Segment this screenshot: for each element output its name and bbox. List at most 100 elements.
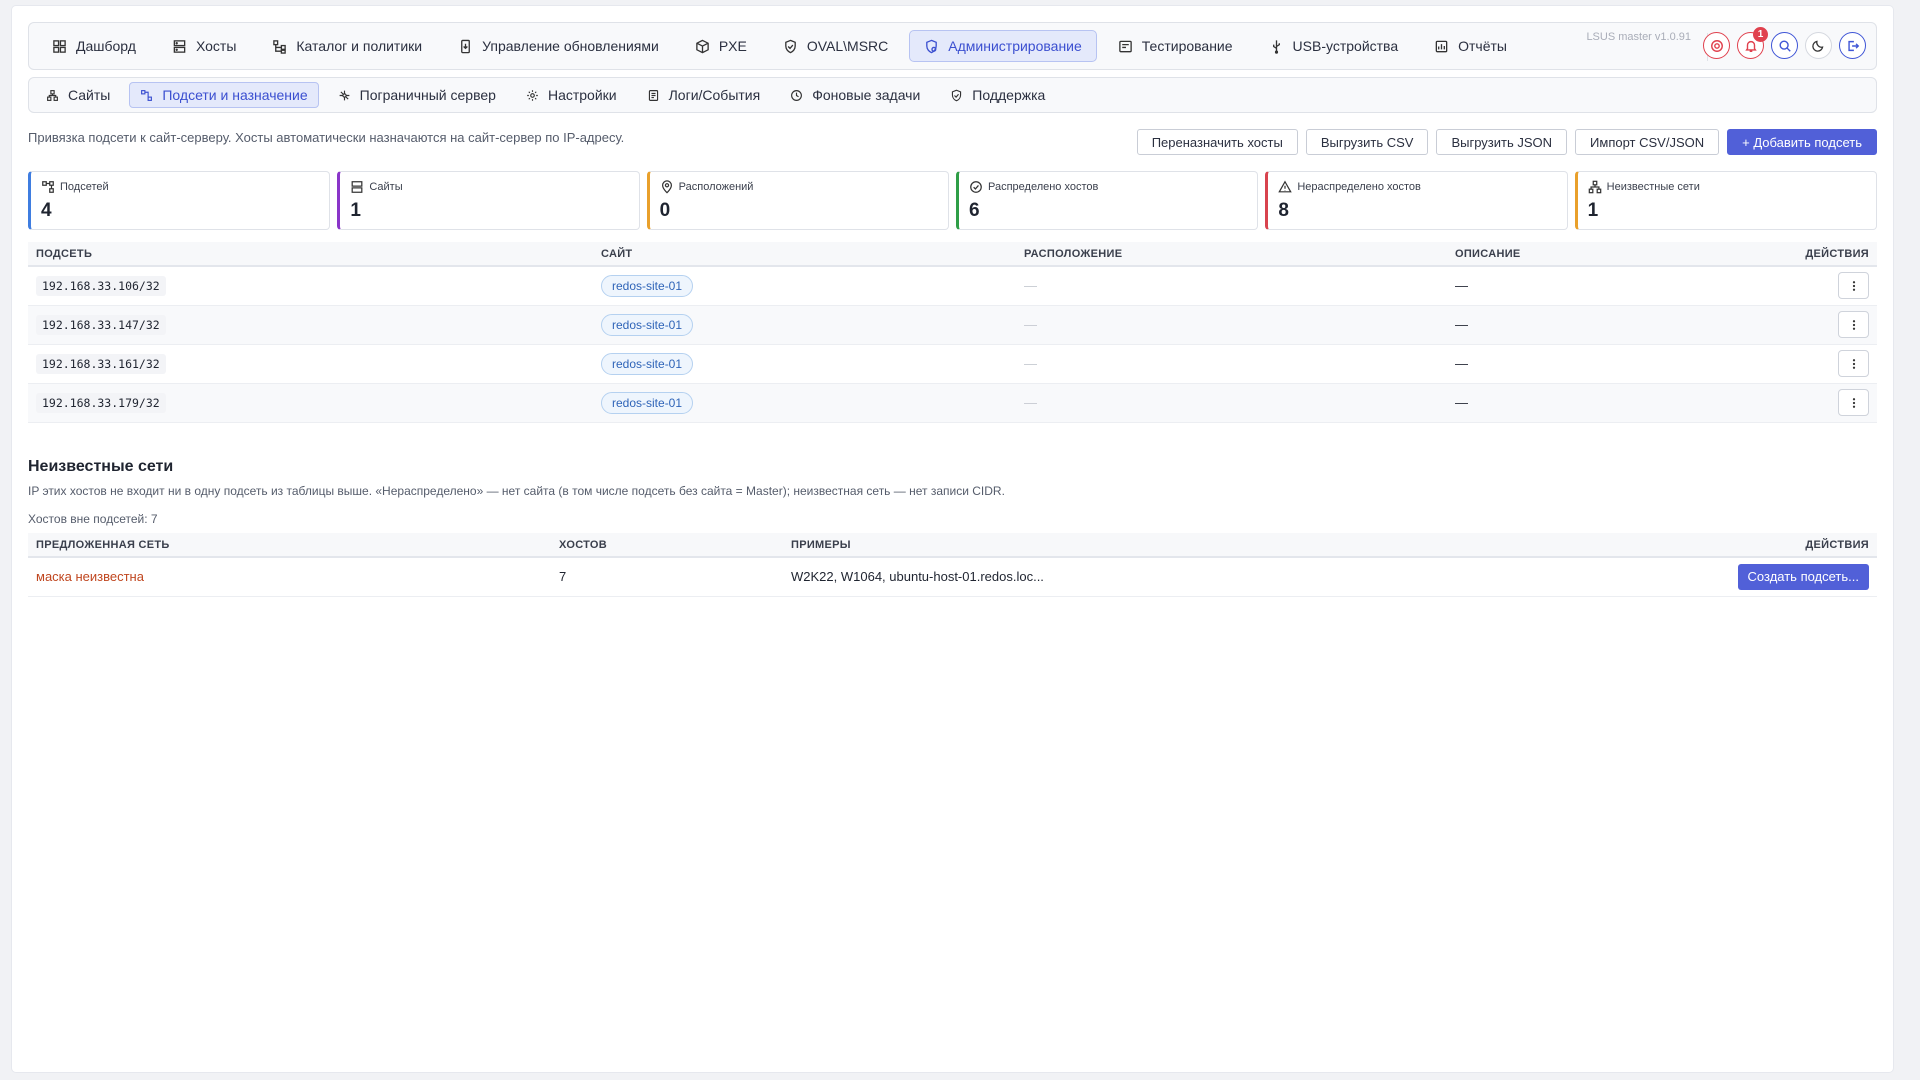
logout-icon: [1846, 39, 1860, 53]
table-row[interactable]: маска неизвестна 7 W2K22, W1064, ubuntu-…: [28, 557, 1877, 597]
row-actions-button[interactable]: [1838, 350, 1869, 377]
location-icon: [660, 180, 674, 194]
subnet-cidr: 192.168.33.147/32: [36, 315, 166, 335]
lifebuoy-icon: [1710, 39, 1724, 53]
stat-value: 1: [350, 200, 361, 221]
subnav-background-tasks[interactable]: Фоновые задачи: [779, 82, 931, 108]
nav-oval[interactable]: OVAL\MSRC: [768, 30, 903, 62]
more-vertical-icon: [1848, 358, 1860, 370]
location-value: —: [1024, 395, 1037, 410]
subnet-icon: [140, 89, 153, 102]
column-header[interactable]: РАСПОЛОЖЕНИЕ: [1016, 242, 1447, 267]
description-value: —: [1455, 317, 1468, 332]
column-header[interactable]: ПРИМЕРЫ: [783, 533, 1490, 558]
theme-toggle-button[interactable]: [1805, 32, 1832, 59]
export-csv-button[interactable]: Выгрузить CSV: [1305, 129, 1429, 155]
column-header[interactable]: ПРЕДЛОЖЕННАЯ СЕТЬ: [28, 533, 551, 558]
subnav-edge-server[interactable]: Пограничный сервер: [327, 82, 507, 108]
check-circle-icon: [969, 180, 983, 194]
nav-hosts[interactable]: Хосты: [157, 30, 251, 62]
table-header-row: ПОДСЕТЬ САЙТ РАСПОЛОЖЕНИЕ ОПИСАНИЕ ДЕЙСТ…: [28, 242, 1877, 267]
nav-usb[interactable]: USB-устройства: [1254, 30, 1414, 62]
nav-pxe[interactable]: PXE: [680, 30, 762, 62]
edge-server-icon: [338, 89, 351, 102]
row-actions-button[interactable]: [1838, 311, 1869, 338]
column-header[interactable]: САЙТ: [593, 242, 1016, 267]
log-icon: [647, 89, 660, 102]
app-version: LSUS master v1.0.91: [1586, 31, 1691, 43]
subnav-label: Сайты: [68, 87, 111, 103]
export-json-button[interactable]: Выгрузить JSON: [1436, 129, 1568, 155]
dashboard-icon: [52, 39, 67, 54]
description-value: —: [1455, 356, 1468, 371]
search-button[interactable]: [1771, 32, 1798, 59]
stat-card-assigned-hosts: Распределено хостов 6: [955, 171, 1259, 230]
warning-icon: [1278, 180, 1293, 194]
stat-label: Сайты: [369, 181, 403, 193]
hosts-count: 7: [559, 569, 567, 585]
row-actions-button[interactable]: [1838, 389, 1869, 416]
subnav-support[interactable]: Поддержка: [939, 82, 1056, 108]
notification-badge: 1: [1753, 27, 1768, 42]
stat-value: 8: [1278, 200, 1289, 221]
stat-card-unknown-networks: Неизвестные сети 1: [1574, 171, 1877, 230]
suggested-network: маска неизвестна: [36, 569, 144, 585]
subnav-label: Подсети и назначение: [162, 87, 308, 103]
unknown-networks-table: ПРЕДЛОЖЕННАЯ СЕТЬ ХОСТОВ ПРИМЕРЫ ДЕЙСТВИ…: [28, 533, 1877, 597]
nav-reports[interactable]: Отчёты: [1419, 30, 1522, 62]
admin-icon: [924, 39, 939, 54]
settings-icon: [526, 89, 539, 102]
column-header[interactable]: ХОСТОВ: [551, 533, 783, 558]
logout-button[interactable]: [1839, 32, 1866, 59]
shield-check-icon: [783, 39, 798, 54]
subnet-icon: [41, 180, 55, 194]
subnav-subnets[interactable]: Подсети и назначение: [129, 82, 319, 108]
site-chip[interactable]: redos-site-01: [601, 391, 694, 414]
site-chip[interactable]: redos-site-01: [601, 352, 694, 375]
location-value: —: [1024, 356, 1037, 371]
column-header[interactable]: ОПИСАНИЕ: [1447, 242, 1665, 267]
moon-icon: [1812, 39, 1825, 52]
update-icon: [458, 39, 473, 54]
subnav-logs[interactable]: Логи/События: [636, 82, 772, 108]
stats-row: Подсетей 4 Сайты 1 Расположений 0 Распре…: [28, 171, 1877, 230]
page-description: Привязка подсети к сайт-серверу. Хосты а…: [28, 130, 625, 145]
column-header: ДЕЙСТВИЯ: [1489, 533, 1877, 558]
table-header-row: ПРЕДЛОЖЕННАЯ СЕТЬ ХОСТОВ ПРИМЕРЫ ДЕЙСТВИ…: [28, 533, 1877, 558]
nav-updates[interactable]: Управление обновлениями: [443, 30, 674, 62]
stat-label: Расположений: [678, 181, 754, 193]
subnav-settings[interactable]: Настройки: [515, 82, 628, 108]
column-header[interactable]: ПОДСЕТЬ: [28, 242, 593, 267]
row-actions-button[interactable]: [1838, 272, 1869, 300]
nav-catalog[interactable]: Каталог и политики: [257, 30, 437, 62]
table-row[interactable]: 192.168.33.106/32 redos-site-01 — —: [28, 266, 1877, 306]
description-value: —: [1455, 395, 1468, 410]
nav-dashboard[interactable]: Дашборд: [37, 30, 151, 62]
notifications-button[interactable]: 1: [1737, 27, 1768, 59]
nav-testing[interactable]: Тестирование: [1103, 30, 1248, 62]
stat-card-sites: Сайты 1: [337, 171, 640, 230]
network-icon: [1588, 180, 1602, 194]
subnet-cidr: 192.168.33.106/32: [36, 276, 166, 297]
reassign-hosts-button[interactable]: Переназначить хосты: [1136, 129, 1298, 155]
create-subnet-button[interactable]: Создать подсеть...: [1737, 563, 1869, 590]
sites-icon: [46, 89, 59, 102]
add-subnet-button[interactable]: + Добавить подсеть: [1727, 129, 1877, 155]
zoom-search-icon: [1778, 39, 1792, 53]
location-value: —: [1024, 317, 1037, 332]
support-button[interactable]: [1703, 32, 1730, 59]
stat-card-locations: Расположений 0: [646, 171, 949, 230]
nav-label: OVAL\MSRC: [806, 38, 889, 54]
table-row[interactable]: 192.168.33.179/32 redos-site-01 — —: [28, 383, 1877, 423]
import-button[interactable]: Импорт CSV/JSON: [1575, 129, 1720, 155]
nav-label: Хосты: [195, 38, 237, 54]
nav-label: Каталог и политики: [296, 38, 423, 54]
subnav-label: Логи/События: [668, 87, 761, 103]
nav-administration[interactable]: Администрирование: [909, 30, 1097, 62]
subnav-sites[interactable]: Сайты: [35, 82, 121, 108]
site-chip[interactable]: redos-site-01: [601, 274, 694, 297]
table-row[interactable]: 192.168.33.161/32 redos-site-01 — —: [28, 344, 1877, 384]
table-row[interactable]: 192.168.33.147/32 redos-site-01 — —: [28, 305, 1877, 345]
admin-subnavigation: Сайты Подсети и назначение Пограничный с…: [28, 77, 1877, 113]
site-chip[interactable]: redos-site-01: [601, 313, 694, 336]
